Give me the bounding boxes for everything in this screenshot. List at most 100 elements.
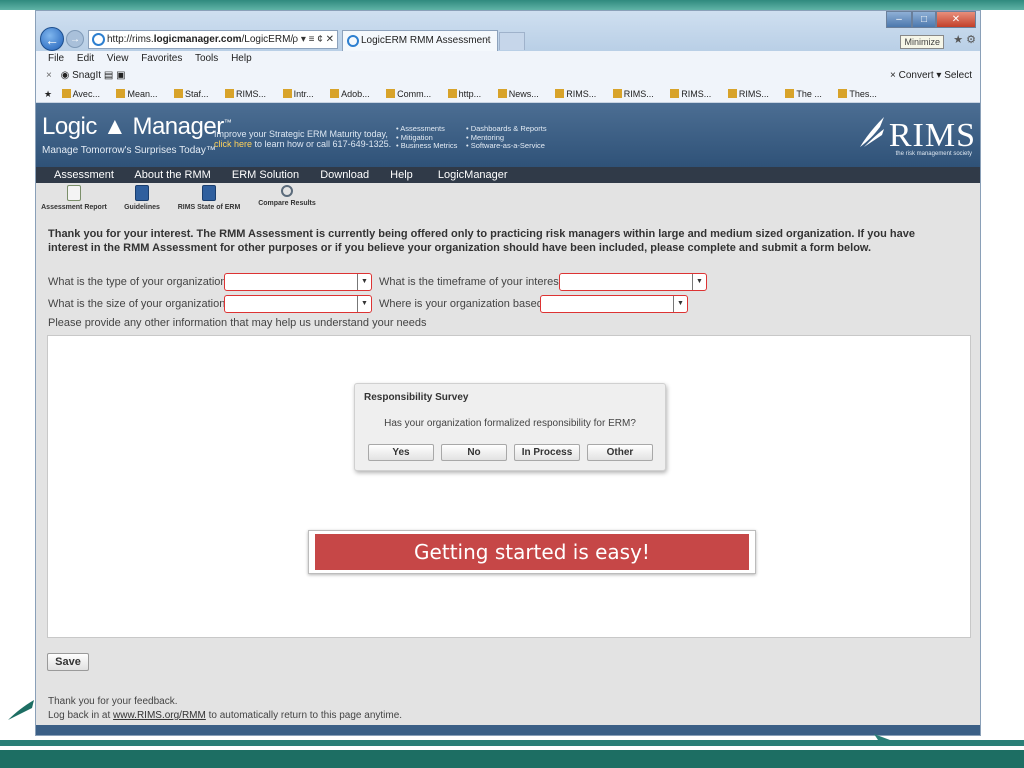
tab-close-icon[interactable]: × bbox=[485, 31, 491, 51]
close-button[interactable]: ✕ bbox=[936, 11, 976, 28]
fav-1[interactable]: Avec... bbox=[61, 89, 107, 99]
fav-11[interactable]: RIMS... bbox=[612, 89, 661, 99]
fav-9[interactable]: News... bbox=[497, 89, 546, 99]
close-toolbar-icon[interactable]: × bbox=[46, 70, 52, 81]
ie-logo-icon bbox=[92, 33, 105, 46]
slide-right-margin bbox=[980, 10, 1024, 734]
other-info-label: Please provide any other information tha… bbox=[48, 317, 427, 329]
menu-bar: File Edit View Favorites Tools Help bbox=[36, 51, 980, 67]
org-location-select[interactable]: ▼ bbox=[540, 295, 688, 313]
fav-4[interactable]: RIMS... bbox=[225, 89, 273, 99]
rims-subtitle: the risk management society bbox=[895, 151, 972, 157]
menu-favorites[interactable]: Favorites bbox=[141, 53, 182, 64]
menu-view[interactable]: View bbox=[107, 53, 129, 64]
close-pdf-toolbar-icon[interactable]: × bbox=[890, 70, 899, 81]
fav-12[interactable]: RIMS... bbox=[670, 89, 718, 99]
promo-text: Improve your Strategic ERM Maturity toda… bbox=[214, 129, 392, 149]
select-button[interactable]: Select bbox=[944, 70, 972, 81]
fav-7[interactable]: Comm... bbox=[386, 89, 438, 99]
maximize-button[interactable]: □ bbox=[912, 11, 936, 28]
web-page: Logic ▲ Manager™ Manage Tomorrow's Surpr… bbox=[36, 103, 980, 735]
favorites-bar: ★ Avec... Mean... Staf... RIMS... Intr..… bbox=[36, 85, 980, 103]
survey-no-button[interactable]: No bbox=[441, 444, 507, 461]
slide-top-band bbox=[0, 0, 1024, 10]
chevron-down-icon: ▼ bbox=[357, 296, 371, 312]
nav-about-rmm[interactable]: About the RMM bbox=[134, 169, 210, 181]
new-tab-button[interactable] bbox=[499, 32, 525, 50]
survey-other-button[interactable]: Other bbox=[587, 444, 653, 461]
site-nav: Assessment About the RMM ERM Solution Do… bbox=[36, 167, 980, 183]
fav-5[interactable]: Intr... bbox=[282, 89, 321, 99]
compare-results-button[interactable]: Compare Results bbox=[254, 185, 320, 207]
fav-14[interactable]: The ... bbox=[785, 89, 829, 99]
minimize-button[interactable]: – bbox=[886, 11, 912, 28]
home-star-gear-icons[interactable]: ★ ⚙ bbox=[953, 33, 976, 46]
address-bar[interactable]: http://rims.logicmanager.com/LogicERM/ ρ… bbox=[88, 30, 338, 49]
rims-state-of-erm-button[interactable]: RIMS State of ERM bbox=[176, 185, 242, 211]
timeframe-select[interactable]: ▼ bbox=[559, 273, 707, 291]
nav-erm-solution[interactable]: ERM Solution bbox=[232, 169, 299, 181]
snagit-extra-icons[interactable]: ▤ ▣ bbox=[104, 70, 126, 81]
nav-assessment[interactable]: Assessment bbox=[54, 169, 114, 181]
fav-8[interactable]: http... bbox=[447, 89, 489, 99]
survey-title: Responsibility Survey bbox=[364, 392, 469, 403]
fav-15[interactable]: Thes... bbox=[838, 89, 884, 99]
back-arrow-icon[interactable]: ← bbox=[40, 27, 64, 51]
nav-logicmanager[interactable]: LogicManager bbox=[438, 169, 508, 181]
address-bar-tools[interactable]: ρ ▾ ≡ ¢ ✕ bbox=[292, 31, 334, 48]
browser-window: ← → http://rims.logicmanager.com/LogicER… bbox=[35, 10, 981, 736]
q-based-label: Where is your organization based?* bbox=[379, 298, 556, 310]
survey-in-process-button[interactable]: In Process bbox=[514, 444, 580, 461]
menu-tools[interactable]: Tools bbox=[195, 53, 218, 64]
promo-click-here-link[interactable]: click here bbox=[214, 139, 252, 149]
slide-swoosh-right bbox=[838, 734, 890, 746]
features-list-2: • Dashboards & Reports • Mentoring • Sof… bbox=[466, 124, 547, 150]
fav-6[interactable]: Adob... bbox=[330, 89, 377, 99]
fav-10[interactable]: RIMS... bbox=[555, 89, 603, 99]
window-controls: – □ ✕ bbox=[886, 11, 976, 28]
rims-rmm-link[interactable]: www.RIMS.org/RMM bbox=[113, 710, 206, 721]
page-toolbar: Assessment Report Guidelines RIMS State … bbox=[36, 183, 980, 219]
fav-2[interactable]: Mean... bbox=[116, 89, 164, 99]
org-size-select[interactable]: ▼ bbox=[224, 295, 372, 313]
other-info-area[interactable]: Responsibility Survey Has your organizat… bbox=[47, 335, 971, 638]
tab-logicerm[interactable]: LogicERM RMM Assessment × bbox=[342, 30, 498, 51]
nav-download[interactable]: Download bbox=[320, 169, 369, 181]
favorites-star-icon[interactable]: ★ bbox=[44, 89, 52, 99]
tab-title: LogicERM RMM Assessment bbox=[361, 35, 491, 46]
callout-text: Getting started is easy! bbox=[315, 534, 749, 570]
snagit-toolbar: × ◉ SnagIt ▤ ▣ × Convert ▾ Select bbox=[36, 67, 980, 85]
save-button[interactable]: Save bbox=[47, 653, 89, 671]
chevron-down-icon: ▼ bbox=[357, 274, 371, 290]
login-note: Log back in at www.RIMS.org/RMM to autom… bbox=[48, 710, 403, 721]
survey-question: Has your organization formalized respons… bbox=[384, 418, 636, 429]
url-domain: logicmanager.com bbox=[153, 34, 242, 45]
assessment-report-button[interactable]: Assessment Report bbox=[40, 185, 108, 211]
snagit-button[interactable]: SnagIt bbox=[72, 70, 101, 81]
guidelines-button[interactable]: Guidelines bbox=[120, 185, 164, 211]
nav-help[interactable]: Help bbox=[390, 169, 413, 181]
q-org-type-label: What is the type of your organization?* bbox=[48, 276, 240, 288]
getting-started-callout: Getting started is easy! bbox=[308, 530, 756, 574]
rims-logo[interactable]: RIMS bbox=[889, 117, 976, 155]
forward-arrow-icon[interactable]: → bbox=[66, 30, 84, 48]
minimize-tooltip: Minimize bbox=[900, 35, 944, 49]
menu-help[interactable]: Help bbox=[231, 53, 252, 64]
fav-13[interactable]: RIMS... bbox=[727, 89, 776, 99]
intro-text: Thank you for your interest. The RMM Ass… bbox=[48, 228, 915, 254]
survey-yes-button[interactable]: Yes bbox=[368, 444, 434, 461]
disk-icon bbox=[135, 185, 149, 201]
report-icon bbox=[67, 185, 81, 201]
org-type-select[interactable]: ▼ bbox=[224, 273, 372, 291]
menu-edit[interactable]: Edit bbox=[77, 53, 94, 64]
disk-icon bbox=[202, 185, 216, 201]
logicmanager-logo[interactable]: Logic ▲ Manager™ bbox=[42, 113, 232, 141]
slide-band-dark bbox=[0, 750, 1024, 768]
fav-3[interactable]: Staf... bbox=[174, 89, 216, 99]
responsibility-survey-dialog: Responsibility Survey Has your organizat… bbox=[354, 383, 666, 471]
menu-file[interactable]: File bbox=[48, 53, 64, 64]
feedback-thanks: Thank you for your feedback. bbox=[48, 696, 178, 707]
slide-swoosh-left bbox=[8, 700, 34, 720]
convert-button[interactable]: Convert bbox=[899, 70, 934, 81]
browser-titlebar: ← → http://rims.logicmanager.com/LogicER… bbox=[36, 11, 980, 51]
